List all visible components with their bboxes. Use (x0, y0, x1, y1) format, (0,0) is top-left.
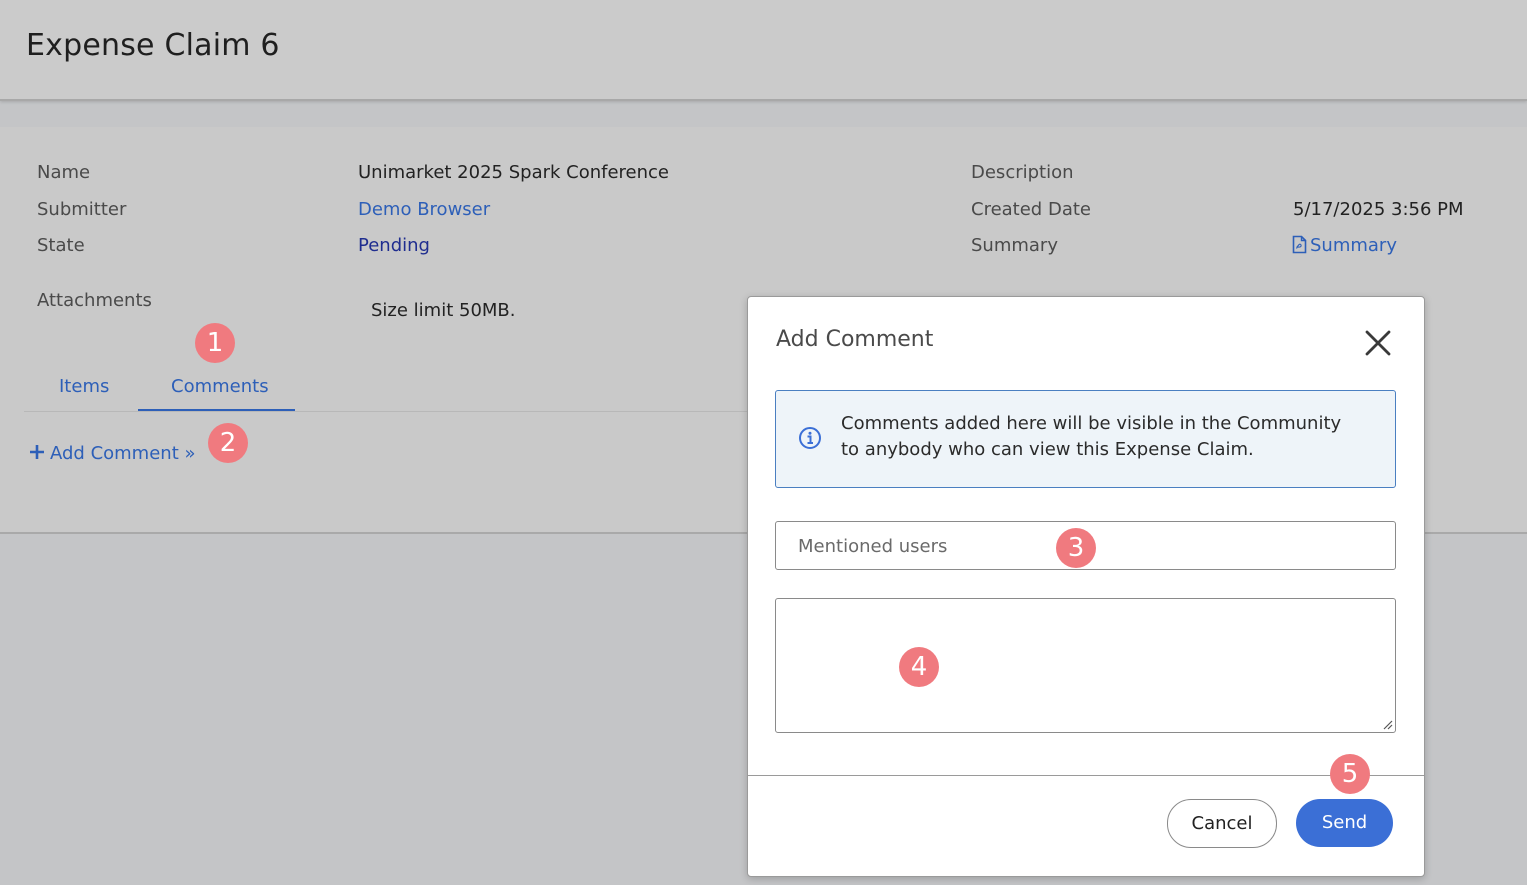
info-icon (799, 427, 821, 449)
created-date-value: 5/17/2025 3:56 PM (1293, 199, 1464, 220)
state-label: State (37, 235, 85, 256)
plus-icon (30, 445, 44, 459)
pdf-file-icon (1292, 235, 1307, 254)
tab-divider (24, 411, 764, 412)
page-header: Expense Claim 6 (0, 0, 1527, 101)
page-title: Expense Claim 6 (26, 28, 280, 63)
active-tab-indicator (138, 409, 295, 411)
submitter-label: Submitter (37, 199, 127, 220)
send-button[interactable]: Send (1296, 799, 1393, 847)
step-badge-3: 3 (1056, 528, 1096, 568)
mentioned-users-placeholder: Mentioned users (798, 536, 948, 557)
size-limit-text: Size limit 50MB. (371, 300, 516, 321)
info-text: Comments added here will be visible in t… (841, 413, 1342, 460)
modal-footer-divider (748, 775, 1424, 776)
name-value: Unimarket 2025 Spark Conference (358, 162, 670, 183)
add-comment-modal: Add Comment Comments added here will be … (747, 296, 1425, 877)
created-date-label: Created Date (971, 199, 1091, 220)
add-comment-link[interactable]: Add Comment » (29, 443, 196, 464)
comment-textarea[interactable] (775, 598, 1396, 733)
name-label: Name (37, 162, 91, 183)
attachments-label: Attachments (37, 290, 152, 311)
tab-comments[interactable]: Comments (171, 376, 269, 397)
cancel-button[interactable]: Cancel (1167, 799, 1277, 848)
step-badge-1: 1 (195, 323, 235, 363)
modal-title: Add Comment (776, 327, 934, 352)
step-badge-4: 4 (899, 647, 939, 687)
summary-label: Summary (971, 235, 1058, 256)
add-comment-link-text: Add Comment » (50, 443, 196, 464)
summary-link-text: Summary (1310, 235, 1397, 256)
summary-link[interactable]: Summary (1292, 235, 1397, 256)
description-label: Description (971, 162, 1074, 183)
close-icon[interactable] (1360, 325, 1396, 361)
submitter-link[interactable]: Demo Browser (358, 199, 490, 220)
info-alert: Comments added here will be visible in t… (775, 390, 1396, 488)
tab-items[interactable]: Items (59, 376, 109, 397)
step-badge-5: 5 (1330, 754, 1370, 794)
step-badge-2: 2 (208, 423, 248, 463)
state-value: Pending (358, 235, 430, 256)
resize-handle-icon[interactable] (1381, 718, 1393, 730)
